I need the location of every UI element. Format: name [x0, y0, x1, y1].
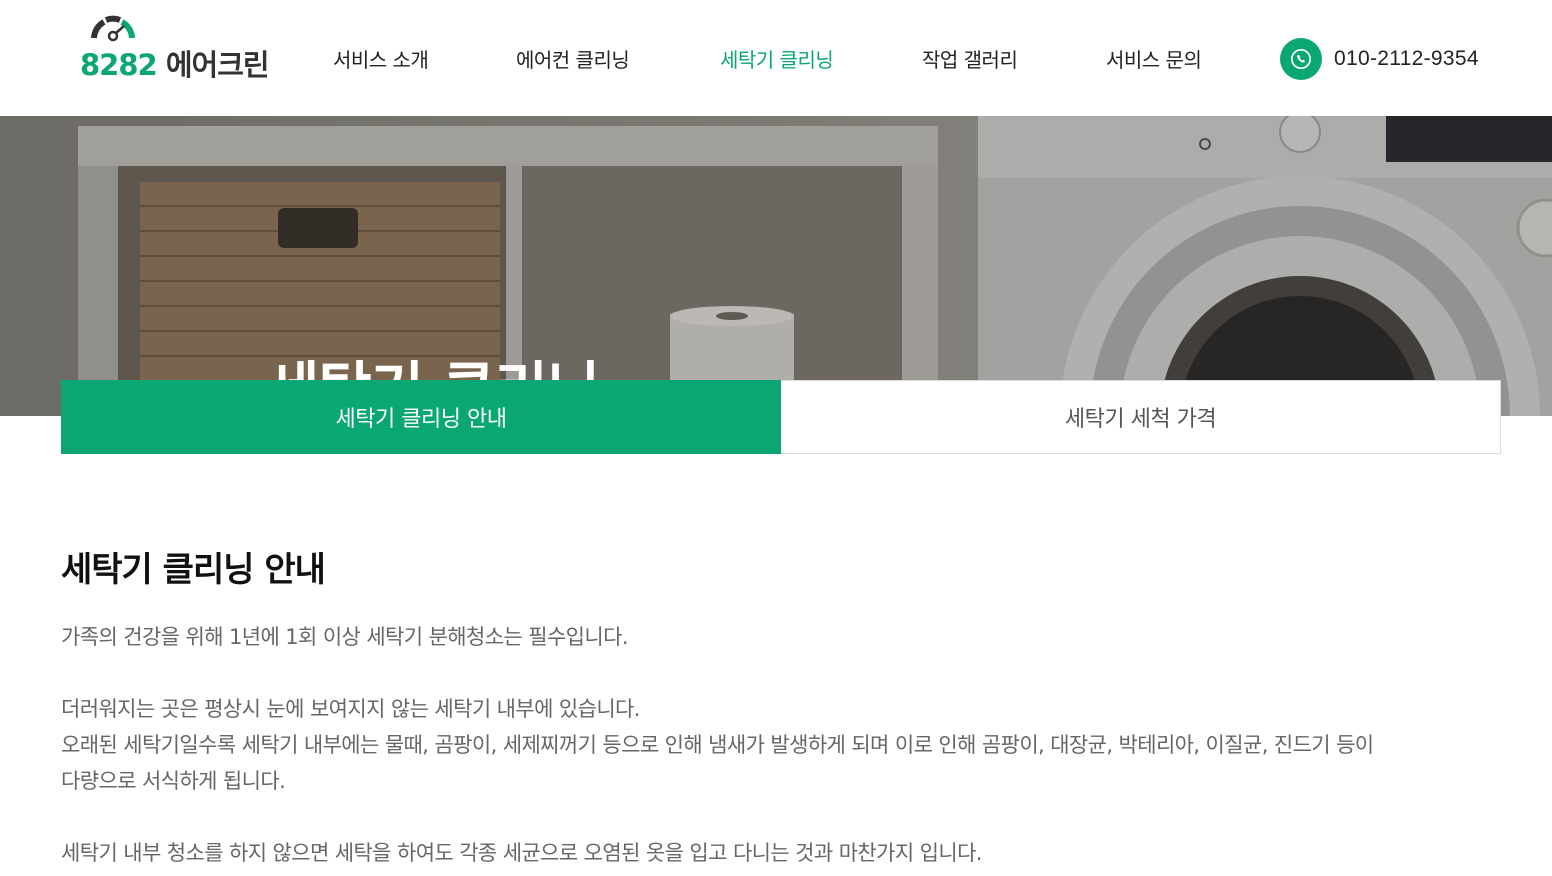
paragraph: 오래된 세탁기일수록 세탁기 내부에는 물때, 곰팡이, 세제찌꺼기 등으로 인… [61, 733, 1374, 757]
phone-contact[interactable]: 010-2112-9354 [1280, 38, 1479, 80]
sub-tabs: 세탁기 클리닝 안내 세탁기 세척 가격 [61, 380, 1501, 454]
paragraph: 더러워지는 곳은 평상시 눈에 보여지지 않는 세탁기 내부에 있습니다. [61, 697, 640, 721]
tab-washer-cleaning-guide[interactable]: 세탁기 클리닝 안내 [61, 380, 781, 454]
paragraph: 가족의 건강을 위해 1년에 1회 이상 세탁기 분해청소는 필수입니다. [61, 625, 629, 649]
logo-name: 에어크린 [165, 48, 270, 82]
paragraph: 다량으로 서식하게 됩니다. [61, 769, 286, 793]
section-title: 세탁기 클리닝 안내 [61, 550, 326, 590]
nav-item-gallery[interactable]: 작업 갤러리 [922, 44, 1018, 73]
laundry-room-photo [0, 116, 1552, 416]
hero-banner: 세탁기 클리닝 [0, 116, 1552, 416]
nav-item-service-intro[interactable]: 서비스 소개 [333, 44, 429, 73]
phone-number: 010-2112-9354 [1334, 47, 1479, 70]
phone-icon [1280, 38, 1322, 80]
site-header: 8282 에어크린 서비스 소개 에어컨 클리닝 세탁기 클리닝 작업 갤러리 … [0, 0, 1552, 116]
gauge-logo-icon [91, 15, 135, 42]
nav-item-inquiry[interactable]: 서비스 문의 [1106, 44, 1202, 73]
nav-item-washer-cleaning[interactable]: 세탁기 클리닝 [720, 44, 834, 73]
logo-number: 8282 [80, 48, 158, 82]
nav-item-aircon-cleaning[interactable]: 에어컨 클리닝 [516, 44, 630, 73]
tab-washer-cleaning-price[interactable]: 세탁기 세척 가격 [781, 380, 1501, 454]
logo-text: 8282 에어크린 [80, 42, 270, 84]
logo[interactable]: 8282 에어크린 [80, 14, 270, 84]
paragraph: 세탁기 내부 청소를 하지 않으면 세탁을 하여도 각종 세균으로 오염된 옷을… [61, 841, 982, 865]
